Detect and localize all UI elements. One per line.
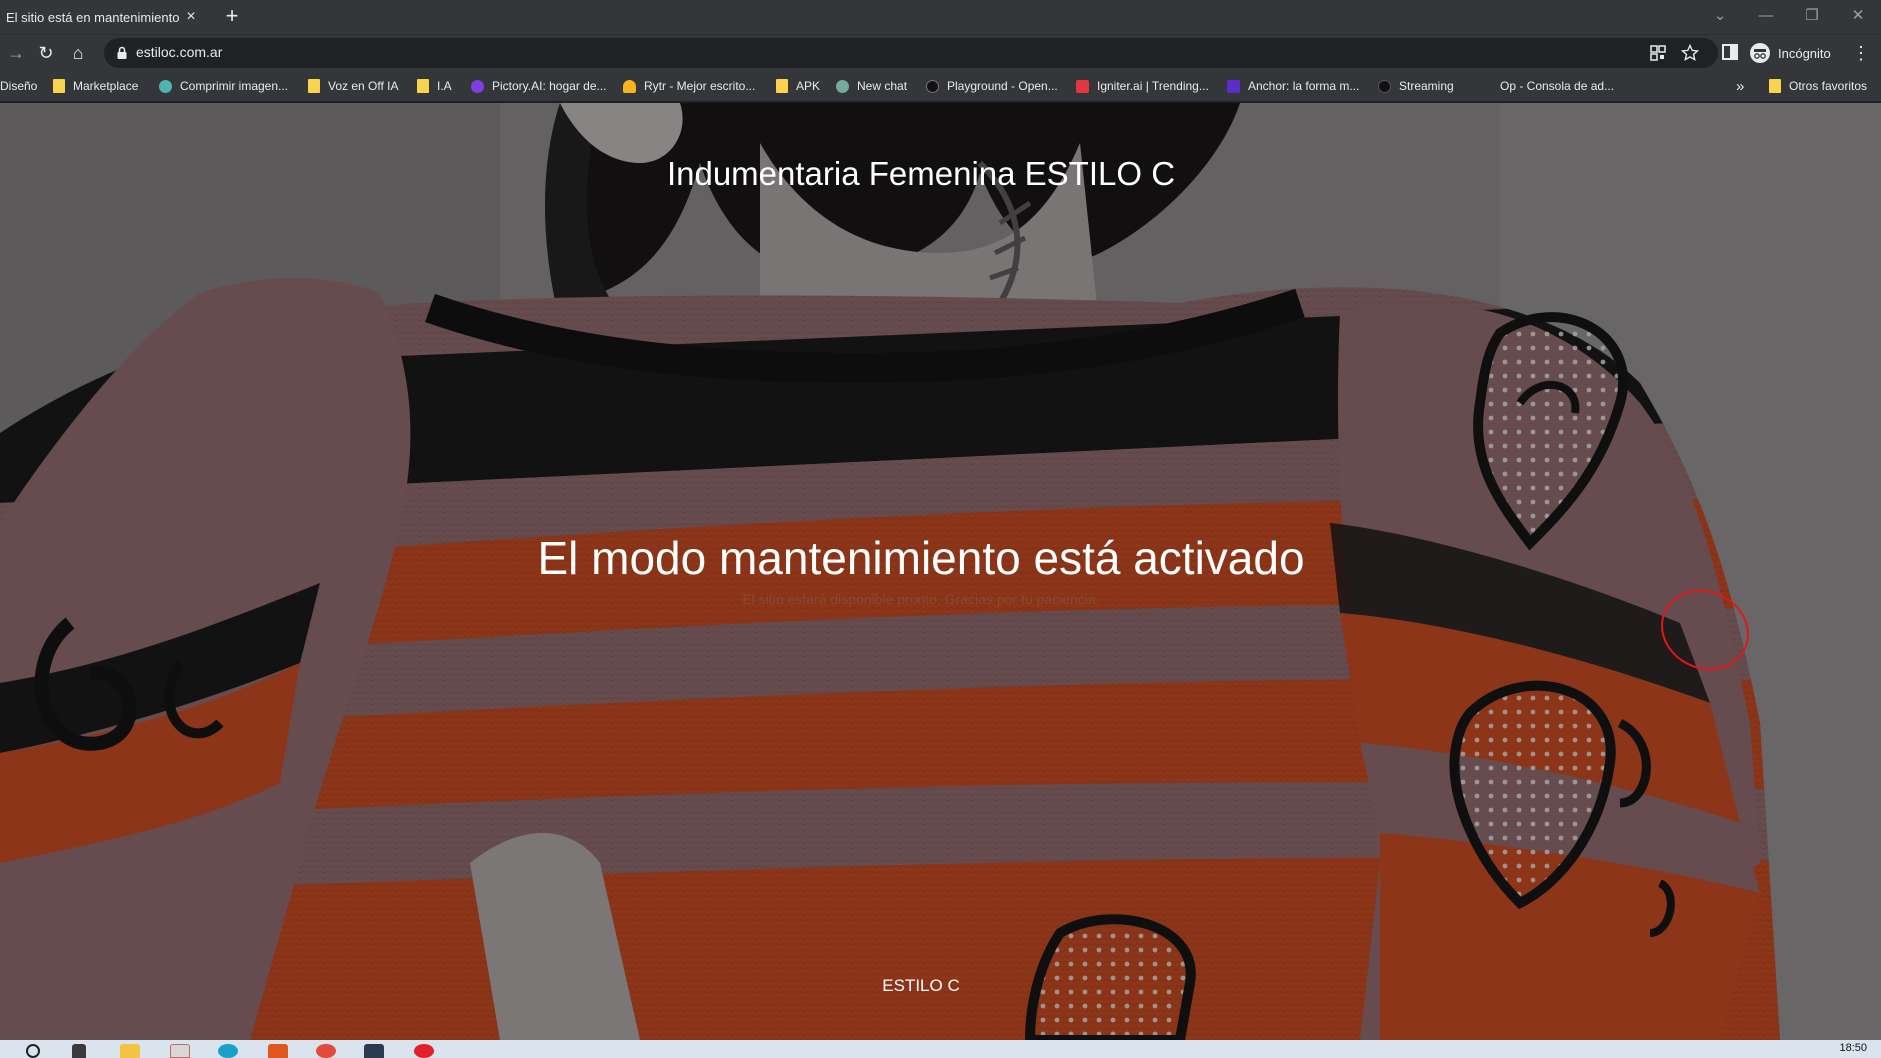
bookmark-label: Op - Consola de ad... [1500,79,1615,93]
app-icon[interactable] [170,1044,190,1058]
bookmark-item[interactable]: Diseño [0,77,37,95]
igniter-icon [1076,79,1089,93]
anchor-icon [1227,79,1240,93]
bookmark-label: Pictory.AI: hogar de... [492,79,607,93]
folder-icon [53,79,65,93]
qr-code-icon[interactable] [1648,43,1668,63]
console-icon [1479,80,1492,93]
reload-button[interactable]: ↻ [34,41,58,65]
bookmark-label: New chat [857,79,908,93]
url-text[interactable]: estiloc.com.ar [136,44,222,60]
close-window-button[interactable]: ✕ [1838,2,1878,30]
bookmark-label: Otros favoritos [1789,79,1868,93]
profile-label: Incógnito [1778,45,1831,61]
bookmark-label: Diseño [0,79,38,93]
bookmark-item[interactable]: Igniter.ai | Trending... [1076,77,1209,95]
new-tab-button[interactable]: + [220,5,244,29]
rytr-icon [623,79,636,93]
bookmark-item[interactable]: Anchor: la forma m... [1227,77,1359,95]
bookmark-label: Marketplace [73,79,139,93]
back-button[interactable]: → [4,41,28,65]
bookmark-item[interactable]: Pictory.AI: hogar de... [471,77,607,95]
bookmark-label: Igniter.ai | Trending... [1097,79,1209,93]
address-bar[interactable]: estiloc.com.ar [104,38,1718,68]
folder-icon [417,79,429,93]
bookmark-item[interactable]: Voz en Off IA [308,77,399,95]
bookmark-item[interactable]: Rytr - Mejor escrito... [623,77,755,95]
bookmark-item[interactable]: I.A [417,77,452,95]
bookmark-item[interactable]: Op - Consola de ad... [1479,77,1614,95]
bookmark-star-icon[interactable] [1680,43,1700,63]
restore-button[interactable]: ❐ [1792,2,1832,30]
system-clock[interactable]: 18:50 [1839,1042,1867,1054]
incognito-icon [1750,43,1770,63]
search-icon[interactable] [26,1044,40,1058]
site-footer-brand: ESTILO C [882,976,960,995]
folder-icon [776,79,788,93]
bookmark-label: APK [796,79,821,93]
bookmark-item[interactable]: Playground - Open... [926,77,1058,95]
tab-strip: El sitio está en mantenimiento × + ⌄ — ❐… [0,0,1881,34]
browser-tab[interactable]: El sitio está en mantenimiento × [0,0,208,34]
bookmarks-bar: Diseño Marketplace Comprimir imagen... V… [0,70,1881,102]
browser-menu-icon[interactable]: ⋮ [1852,41,1870,65]
other-bookmarks-folder[interactable]: Otros favoritos [1769,77,1867,95]
bookmark-label: Comprimir imagen... [180,79,289,93]
site-title: Indumentaria Femenina ESTILO C [666,155,1176,192]
chrome-icon[interactable] [316,1044,336,1058]
task-view-icon[interactable] [72,1044,86,1058]
bookmark-label: Playground - Open... [947,79,1058,93]
tab-search-icon[interactable]: ⌄ [1700,2,1740,30]
lock-icon[interactable] [114,45,130,61]
openai-icon [926,79,939,93]
streaming-icon [1378,79,1391,93]
tab-title: El sitio está en mantenimiento [6,9,180,25]
app-icon[interactable] [414,1044,434,1058]
folder-icon [1769,79,1781,93]
browser-toolbar: → ↻ ⌂ estiloc.com.ar Incógnito ⋮ [0,34,1881,70]
maintenance-subtext: El sitio estará disponible pronto. Graci… [742,591,1100,607]
bookmark-item[interactable]: Marketplace [53,77,138,95]
bookmark-item[interactable]: Comprimir imagen... [159,77,288,95]
app-icon[interactable] [364,1044,384,1058]
incognito-profile-button[interactable]: Incógnito [1750,39,1831,67]
bookmark-label: Streaming [1399,79,1454,93]
bookmark-item[interactable]: New chat [836,77,907,95]
edge-icon[interactable] [218,1044,238,1058]
os-taskbar: 18:50 [0,1040,1881,1058]
pictory-icon [471,79,484,93]
home-button[interactable]: ⌂ [66,41,90,65]
file-explorer-icon[interactable] [120,1044,140,1058]
bookmark-label: Rytr - Mejor escrito... [644,79,756,93]
bookmark-label: Voz en Off IA [328,79,399,93]
compress-icon [159,79,172,93]
openai-icon [836,79,849,93]
folder-icon [308,79,320,93]
maintenance-page: Indumentaria Femenina ESTILO C El modo m… [0,103,1881,1040]
side-panel-icon[interactable] [1718,40,1742,64]
bookmark-item[interactable]: APK [776,77,820,95]
app-icon[interactable] [268,1044,288,1058]
maintenance-headline: El modo mantenimiento está activado [537,532,1305,584]
bookmarks-overflow-button[interactable]: » [1736,77,1744,95]
bookmark-item[interactable]: Streaming [1378,77,1454,95]
tab-close-icon[interactable]: × [182,8,200,26]
minimize-button[interactable]: — [1746,2,1786,30]
bookmark-label: Anchor: la forma m... [1248,79,1360,93]
bookmark-label: I.A [437,79,452,93]
